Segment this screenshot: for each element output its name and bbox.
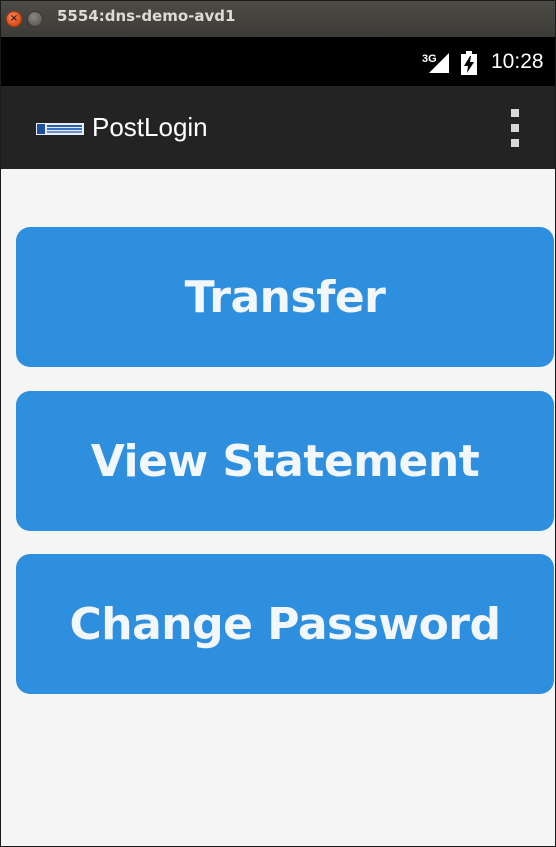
android-status-bar: 3G 10:28 [1,37,555,86]
overflow-dot [511,139,519,147]
window-titlebar: × 5554:dns-demo-avd1 [1,1,555,37]
overflow-dot [511,124,519,132]
close-icon[interactable]: × [6,11,22,27]
minimize-icon[interactable] [27,11,43,27]
main-content: Transfer View Statement Change Password [1,169,555,846]
page-title: PostLogin [92,112,208,142]
battery-icon [461,51,477,75]
close-glyph: × [9,13,19,24]
emulator-window: × 5554:dns-demo-avd1 3G 10:28 PostLogin [0,0,556,847]
change-password-button[interactable]: Change Password [16,554,554,694]
action-bar: PostLogin [1,86,555,169]
transfer-button[interactable]: Transfer [16,227,554,367]
overflow-dot [511,109,519,117]
signal-icon [429,53,449,73]
view-statement-button[interactable]: View Statement [16,391,554,531]
status-clock: 10:28 [491,50,544,73]
overflow-menu-icon[interactable] [497,104,533,152]
window-title: 5554:dns-demo-avd1 [57,7,236,25]
app-logo-icon [36,123,84,135]
